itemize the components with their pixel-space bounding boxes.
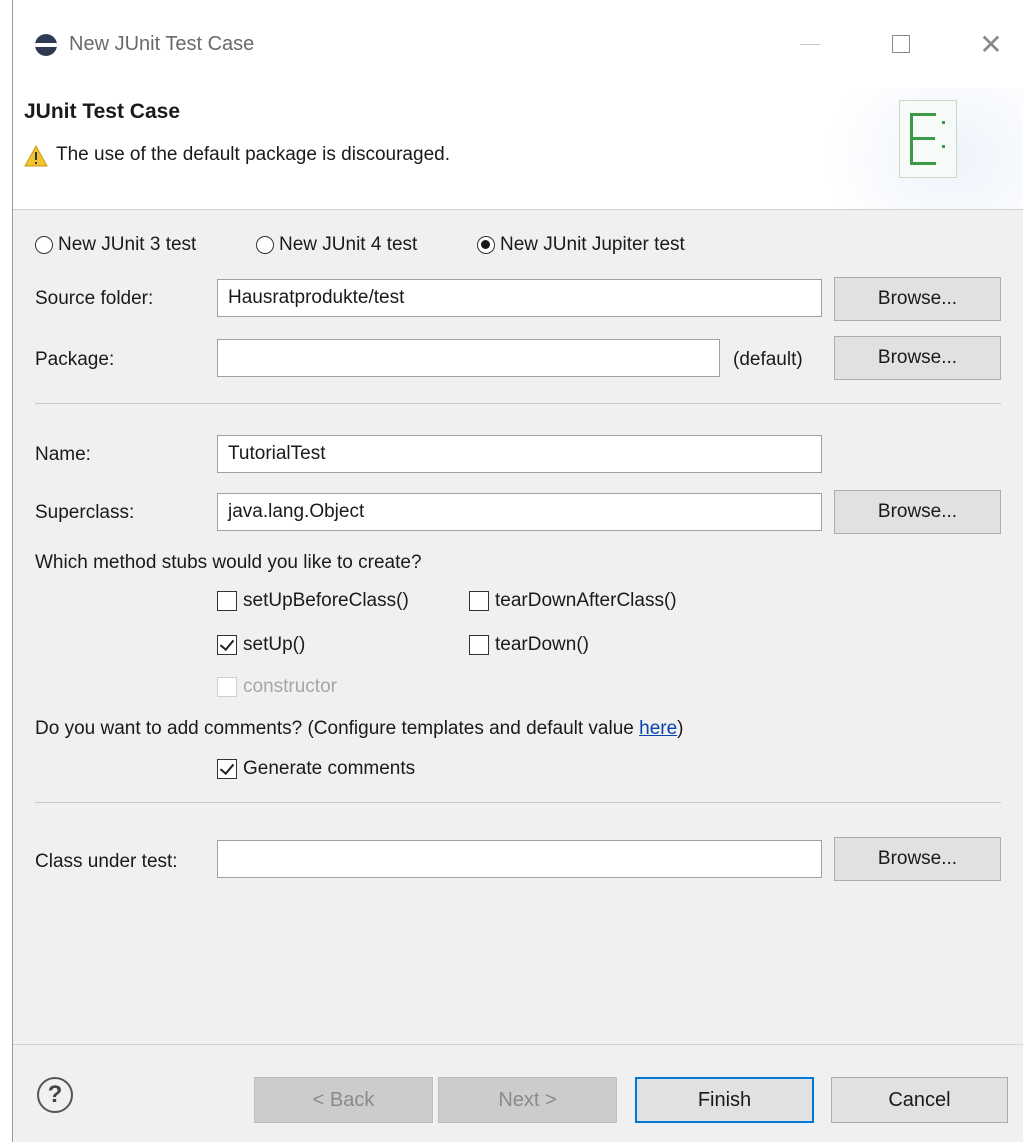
- checkbox-box-disabled: [217, 677, 237, 697]
- back-button[interactable]: < Back: [254, 1077, 433, 1123]
- separator: [35, 403, 1001, 404]
- wizard-header: JUnit Test Case The use of the default p…: [13, 88, 1023, 210]
- button-bar: ? < Back Next > Finish Cancel: [13, 1044, 1023, 1142]
- radio-junit3-label: New JUnit 3 test: [58, 234, 197, 255]
- minimize-icon[interactable]: [788, 24, 832, 64]
- class-under-test-input[interactable]: [217, 840, 822, 878]
- help-icon[interactable]: ?: [37, 1077, 73, 1113]
- setup-label: setUp(): [243, 634, 306, 655]
- close-icon[interactable]: ✕: [969, 24, 1013, 64]
- constructor-checkbox: constructor: [217, 676, 337, 698]
- next-button[interactable]: Next >: [438, 1077, 617, 1123]
- package-input[interactable]: [217, 339, 720, 377]
- radio-indicator[interactable]: [35, 236, 53, 254]
- radio-junit4-label: New JUnit 4 test: [279, 234, 418, 255]
- checkbox-box[interactable]: [469, 635, 489, 655]
- package-browse-button[interactable]: Browse...: [834, 336, 1001, 380]
- package-default-hint: (default): [733, 349, 803, 370]
- superclass-browse-button[interactable]: Browse...: [834, 490, 1001, 534]
- radio-junit4[interactable]: New JUnit 4 test: [256, 234, 417, 256]
- checkbox-box[interactable]: [469, 591, 489, 611]
- teardownafterclass-label: tearDownAfterClass(): [495, 590, 677, 611]
- warning-message: The use of the default package is discou…: [56, 144, 450, 165]
- comments-question-text: Do you want to add comments? (Configure …: [35, 718, 640, 739]
- radio-indicator[interactable]: [256, 236, 274, 254]
- dialog-window: New JUnit Test Case ✕ JUnit Test Case Th…: [12, 0, 1023, 1142]
- radio-junit-jupiter[interactable]: New JUnit Jupiter test: [477, 234, 685, 256]
- wizard-title: JUnit Test Case: [24, 100, 180, 123]
- source-folder-label: Source folder:: [35, 288, 154, 309]
- checkbox-box-checked[interactable]: [217, 635, 237, 655]
- class-under-test-label: Class under test:: [35, 851, 178, 872]
- source-folder-input[interactable]: Hausratprodukte/test: [217, 279, 822, 317]
- maximize-icon[interactable]: [879, 24, 923, 64]
- teardown-checkbox[interactable]: tearDown(): [469, 634, 589, 656]
- setup-checkbox[interactable]: setUp(): [217, 634, 305, 656]
- name-label: Name:: [35, 444, 91, 465]
- superclass-label: Superclass:: [35, 502, 135, 523]
- separator: [35, 802, 1001, 803]
- teardown-label: tearDown(): [495, 634, 589, 655]
- checkbox-box[interactable]: [217, 591, 237, 611]
- class-under-test-browse-button[interactable]: Browse...: [834, 837, 1001, 881]
- radio-junit3[interactable]: New JUnit 3 test: [35, 234, 196, 256]
- package-label: Package:: [35, 349, 115, 370]
- generate-comments-checkbox[interactable]: Generate comments: [217, 758, 415, 780]
- source-folder-browse-button[interactable]: Browse...: [834, 277, 1001, 321]
- radio-indicator-selected[interactable]: [477, 236, 495, 254]
- templates-here-link[interactable]: here: [639, 718, 677, 739]
- title-bar: New JUnit Test Case ✕: [13, 0, 1023, 88]
- generate-comments-label: Generate comments: [243, 758, 416, 779]
- name-input[interactable]: TutorialTest: [217, 435, 822, 473]
- finish-button[interactable]: Finish: [635, 1077, 814, 1123]
- superclass-input[interactable]: java.lang.Object: [217, 493, 822, 531]
- constructor-label: constructor: [243, 676, 337, 697]
- setupbeforeclass-checkbox[interactable]: setUpBeforeClass(): [217, 590, 409, 612]
- comments-question: Do you want to add comments? (Configure …: [35, 718, 683, 740]
- window-title: New JUnit Test Case: [69, 33, 255, 55]
- setupbeforeclass-label: setUpBeforeClass(): [243, 590, 409, 611]
- warning-icon: [24, 145, 48, 167]
- stubs-question: Which method stubs would you like to cre…: [35, 552, 422, 573]
- eclipse-icon: [35, 34, 57, 56]
- comments-question-end: ): [677, 718, 684, 739]
- radio-jupiter-label: New JUnit Jupiter test: [500, 234, 685, 255]
- checkbox-box-checked[interactable]: [217, 759, 237, 779]
- junit-wizard-icon: [899, 100, 957, 178]
- cancel-button[interactable]: Cancel: [831, 1077, 1008, 1123]
- teardownafterclass-checkbox[interactable]: tearDownAfterClass(): [469, 590, 677, 612]
